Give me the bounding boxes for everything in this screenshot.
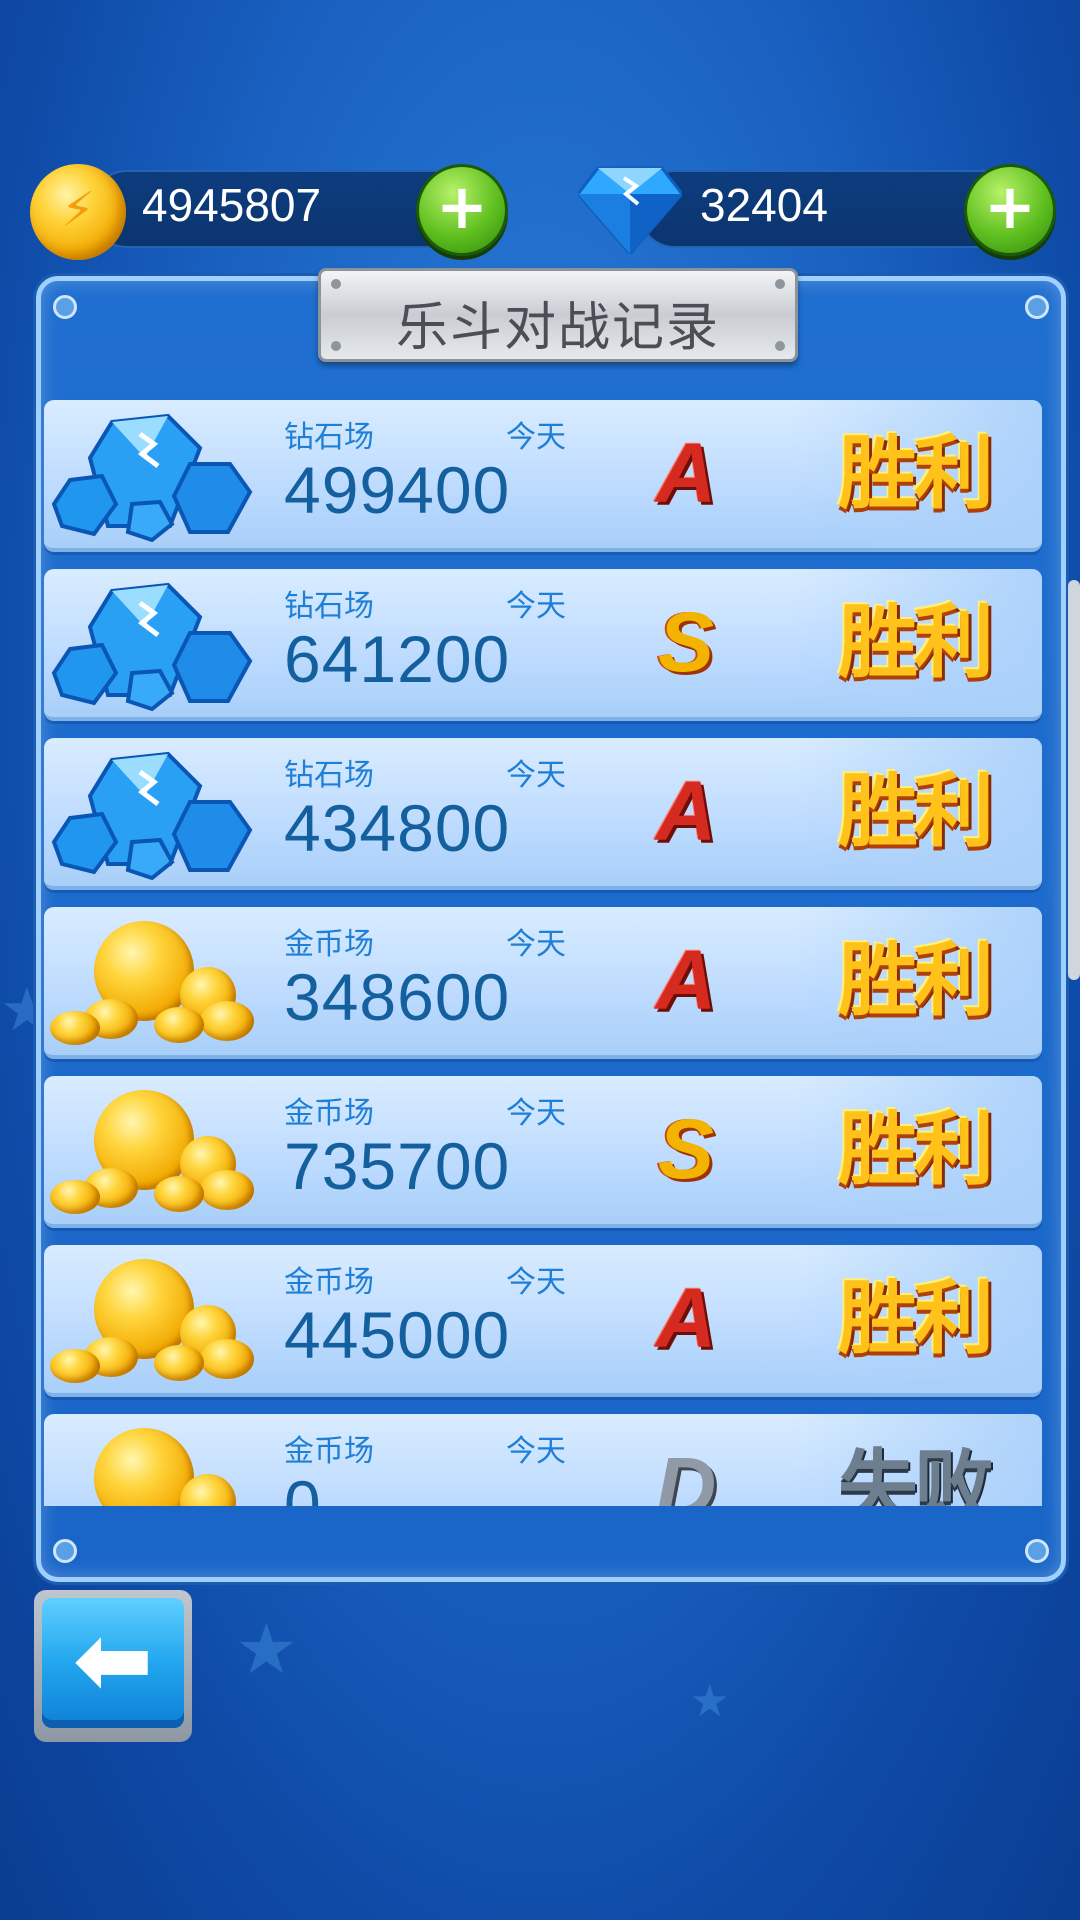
panel-bolt	[1025, 295, 1049, 319]
diamond-amount: 32404	[700, 179, 828, 231]
add-coins-button[interactable]: +	[416, 164, 508, 256]
record-score: 641200	[284, 622, 511, 696]
record-date: 今天	[506, 420, 566, 455]
record-list[interactable]: 钻石场 今天 499400 A 胜利 钻石场 今天 641200 S 胜利 钻石场 今天 434800 A…	[44, 400, 1042, 1506]
diamond-pile-icon	[51, 582, 253, 711]
record-row: 金币场 今天 445000 A 胜利	[44, 1245, 1042, 1397]
grade-badge: A	[655, 1271, 717, 1365]
grade-badge: A	[655, 426, 717, 520]
record-date: 今天	[506, 1265, 566, 1300]
room-type-label: 金币场	[284, 927, 374, 962]
record-date: 今天	[506, 589, 566, 624]
result-label: 胜利	[838, 1272, 994, 1365]
diamond-balance: 32404 +	[578, 164, 1056, 256]
coin-balance: ⚡ 4945807 +	[30, 164, 508, 260]
record-row: 钻石场 今天 434800 A 胜利	[44, 738, 1042, 890]
record-score: 434800	[284, 791, 511, 865]
record-date: 今天	[506, 1096, 566, 1131]
room-type-label: 钻石场	[284, 758, 374, 793]
gold-coin-icon: ⚡	[30, 164, 126, 260]
grade-badge: A	[655, 764, 717, 858]
plus-icon: +	[984, 170, 1036, 243]
diamond-pile-icon	[51, 413, 253, 542]
result-label: 胜利	[838, 596, 994, 689]
record-row: 钻石场 今天 641200 S 胜利	[44, 569, 1042, 721]
grade-badge: A	[655, 933, 717, 1027]
record-row: 钻石场 今天 499400 A 胜利	[44, 400, 1042, 552]
gold-coin-pile-icon	[50, 915, 260, 1049]
result-label: 胜利	[838, 934, 994, 1027]
record-date: 今天	[506, 1434, 566, 1469]
grade-badge: S	[657, 1102, 715, 1196]
diamond-pile-icon	[51, 751, 253, 880]
record-score: 735700	[284, 1129, 511, 1203]
panel-bolt	[1025, 1539, 1049, 1563]
record-date: 今天	[506, 927, 566, 962]
record-row: 金币场 今天 0 D 失败	[44, 1414, 1042, 1506]
record-score: 348600	[284, 960, 511, 1034]
record-score: 0	[284, 1467, 322, 1506]
back-arrow-icon: ⬅	[72, 1604, 154, 1716]
blue-diamond-icon	[578, 166, 682, 254]
result-label: 胜利	[838, 765, 994, 858]
page-title: 乐斗对战记录	[395, 298, 720, 358]
room-type-label: 钻石场	[284, 589, 374, 624]
record-row: 金币场 今天 735700 S 胜利	[44, 1076, 1042, 1228]
coin-amount: 4945807	[142, 179, 322, 231]
gold-coin-pile-icon	[50, 1084, 260, 1218]
room-type-label: 钻石场	[284, 420, 374, 455]
record-date: 今天	[506, 758, 566, 793]
record-score: 445000	[284, 1298, 511, 1372]
result-label: 胜利	[838, 427, 994, 520]
gold-coin-pile-icon	[50, 1253, 260, 1387]
gold-coin-pile-icon	[50, 1422, 260, 1506]
room-type-label: 金币场	[284, 1096, 374, 1131]
back-button[interactable]: ⬅	[34, 1590, 192, 1742]
grade-badge: D	[655, 1440, 717, 1506]
record-score: 499400	[284, 453, 511, 527]
panel-title-plate: 乐斗对战记录	[318, 268, 798, 362]
add-diamonds-button[interactable]: +	[964, 164, 1056, 256]
room-type-label: 金币场	[284, 1265, 374, 1300]
record-row: 金币场 今天 348600 A 胜利	[44, 907, 1042, 1059]
scrollbar[interactable]	[1068, 580, 1080, 980]
room-type-label: 金币场	[284, 1434, 374, 1469]
background-star-icon: ★	[235, 1608, 298, 1690]
plus-icon: +	[436, 170, 488, 243]
grade-badge: S	[657, 595, 715, 689]
result-label: 胜利	[838, 1103, 994, 1196]
background-star-icon: ★	[690, 1676, 730, 1727]
result-label: 失败	[838, 1441, 994, 1507]
panel-bolt	[53, 1539, 77, 1563]
panel-bolt	[53, 295, 77, 319]
